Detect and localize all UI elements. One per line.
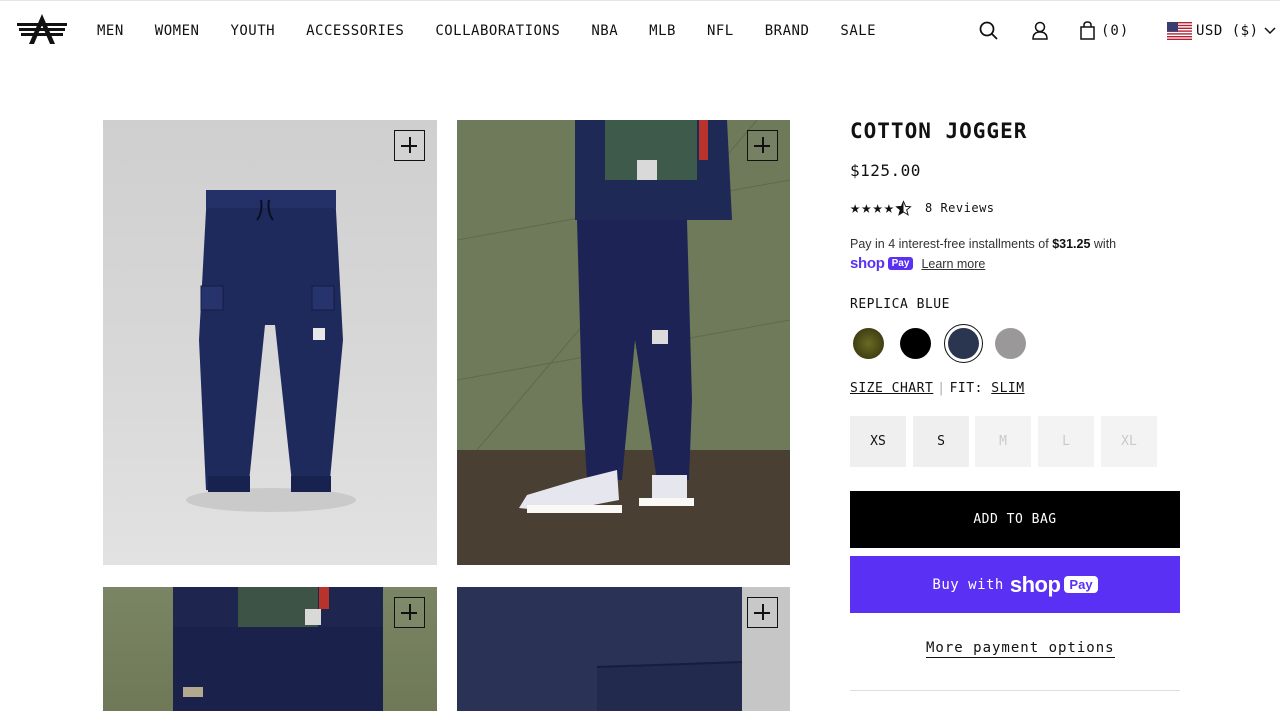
fit-label: FIT: <box>949 381 983 396</box>
product-image-model[interactable] <box>457 120 790 565</box>
nav-accessories[interactable]: ACCESSORIES <box>306 23 404 39</box>
product-image-model-closeup[interactable] <box>103 587 437 711</box>
shop-logo: shop <box>1009 571 1061 597</box>
swatch-olive[interactable] <box>853 328 884 359</box>
size-m[interactable]: M <box>975 416 1031 467</box>
search-icon[interactable] <box>979 20 999 42</box>
shop-pay-badge: Pay <box>887 257 914 270</box>
add-to-bag-button[interactable]: ADD TO BAG <box>850 491 1180 548</box>
currency-selector[interactable]: USD ($) <box>1167 22 1277 40</box>
nav-men[interactable]: MEN <box>97 23 124 39</box>
fit-link[interactable]: SLIM <box>991 381 1024 396</box>
star-full-icon: ★ <box>861 198 872 218</box>
bag-count[interactable]: (0) <box>1101 23 1129 39</box>
bag-icon[interactable] <box>1080 20 1095 42</box>
nav-collaborations[interactable]: COLLABORATIONS <box>435 23 560 39</box>
zoom-button[interactable] <box>394 597 425 628</box>
nav-nba[interactable]: NBA <box>591 23 618 39</box>
product-image-pocket-detail[interactable] <box>457 587 790 711</box>
account-icon[interactable] <box>1031 20 1049 42</box>
nav-youth[interactable]: YOUTH <box>230 23 275 39</box>
buy-with-shop-pay-button[interactable]: Buy with shop Pay <box>850 556 1180 613</box>
star-full-icon: ★ <box>850 198 861 218</box>
installments-prefix: Pay in 4 interest-free installments of <box>850 237 1053 251</box>
more-payment-options-link[interactable]: More payment options <box>926 640 1115 658</box>
size-s[interactable]: S <box>913 416 969 467</box>
nav-brand[interactable]: BRAND <box>765 23 810 39</box>
currency-label: USD ($) <box>1196 23 1259 39</box>
separator: | <box>937 381 946 396</box>
main-nav: MEN WOMEN YOUTH ACCESSORIES COLLABORATIO… <box>97 23 907 39</box>
nav-mlb[interactable]: MLB <box>649 23 676 39</box>
buy-with-label: Buy with <box>932 576 1004 593</box>
nav-sale[interactable]: SALE <box>840 23 876 39</box>
installments-suffix: with <box>1090 237 1117 251</box>
model-closeup-photo <box>173 587 383 711</box>
pocket-detail-photo <box>457 587 790 711</box>
size-l[interactable]: L <box>1038 416 1094 467</box>
shop-pay-row: shop Pay Learn more <box>850 255 985 272</box>
reviews-count[interactable]: 8 Reviews <box>925 201 995 215</box>
zoom-button[interactable] <box>747 597 778 628</box>
size-chart-link[interactable]: SIZE CHART <box>850 381 933 396</box>
size-fit-row: SIZE CHART | FIT: SLIM <box>850 381 1025 396</box>
alpha-industries-logo-icon[interactable] <box>17 13 67 45</box>
size-xl[interactable]: XL <box>1101 416 1157 467</box>
jogger-flat-photo <box>186 190 356 512</box>
star-full-icon: ★ <box>883 198 894 218</box>
rating-row[interactable]: ★ ★ ★ ★ 8 Reviews <box>850 199 995 217</box>
swatch-replica-blue[interactable] <box>944 324 983 363</box>
swatch-black[interactable] <box>900 328 931 359</box>
nav-nfl[interactable]: NFL <box>707 23 734 39</box>
learn-more-link[interactable]: Learn more <box>921 257 985 271</box>
installment-amount: $31.25 <box>1052 237 1091 251</box>
site-header: MEN WOMEN YOUTH ACCESSORIES COLLABORATIO… <box>0 0 1280 62</box>
selected-color-name: REPLICA BLUE <box>850 297 950 312</box>
us-flag-icon <box>1167 22 1192 40</box>
zoom-button[interactable] <box>394 130 425 161</box>
model-photo <box>457 120 790 565</box>
nav-women[interactable]: WOMEN <box>155 23 200 39</box>
star-full-icon: ★ <box>872 198 883 218</box>
product-image-flat[interactable] <box>103 120 437 565</box>
installments-text: Pay in 4 interest-free installments of $… <box>850 237 1116 251</box>
divider <box>850 690 1180 691</box>
swatch-grey[interactable] <box>995 328 1026 359</box>
pay-badge: Pay <box>1064 576 1098 593</box>
product-price: $125.00 <box>850 161 921 180</box>
shop-pay-logo: shop <box>850 255 885 272</box>
star-half-icon <box>895 199 912 216</box>
chevron-down-icon <box>1263 27 1276 35</box>
size-xs[interactable]: XS <box>850 416 906 467</box>
zoom-button[interactable] <box>747 130 778 161</box>
product-title: COTTON JOGGER <box>850 119 1028 143</box>
